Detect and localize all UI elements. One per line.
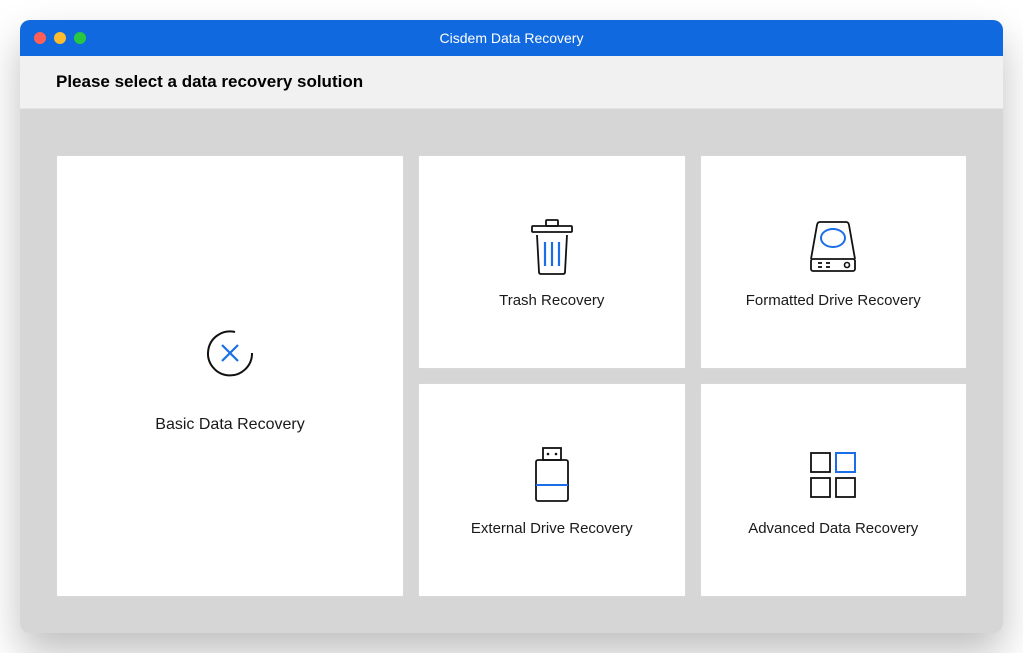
drive-icon bbox=[805, 216, 861, 278]
prompt-bar: Please select a data recovery solution bbox=[20, 56, 1003, 109]
card-label: Formatted Drive Recovery bbox=[746, 292, 921, 309]
close-window-button[interactable] bbox=[34, 32, 46, 44]
maximize-window-button[interactable] bbox=[74, 32, 86, 44]
card-label: Advanced Data Recovery bbox=[748, 520, 918, 537]
titlebar: Cisdem Data Recovery bbox=[20, 20, 1003, 56]
minimize-window-button[interactable] bbox=[54, 32, 66, 44]
external-drive-recovery-card[interactable]: External Drive Recovery bbox=[418, 383, 686, 597]
card-label: Trash Recovery bbox=[499, 292, 604, 309]
x-circle-icon bbox=[201, 318, 259, 388]
right-grid: Trash Recovery Formatted Drive Re bbox=[418, 155, 967, 597]
card-label: External Drive Recovery bbox=[471, 520, 633, 537]
prompt-text: Please select a data recovery solution bbox=[56, 72, 967, 92]
card-label: Basic Data Recovery bbox=[155, 416, 304, 434]
advanced-data-recovery-card[interactable]: Advanced Data Recovery bbox=[700, 383, 968, 597]
app-title: Cisdem Data Recovery bbox=[20, 30, 1003, 46]
formatted-drive-recovery-card[interactable]: Formatted Drive Recovery bbox=[700, 155, 968, 369]
trash-icon bbox=[528, 216, 576, 278]
content-area: Basic Data Recovery Trash Recovery bbox=[20, 109, 1003, 633]
window-controls bbox=[20, 32, 86, 44]
left-column: Basic Data Recovery bbox=[56, 155, 404, 597]
grid-squares-icon bbox=[807, 444, 859, 506]
usb-icon bbox=[530, 444, 574, 506]
trash-recovery-card[interactable]: Trash Recovery bbox=[418, 155, 686, 369]
basic-data-recovery-card[interactable]: Basic Data Recovery bbox=[56, 155, 404, 597]
app-window: Cisdem Data Recovery Please select a dat… bbox=[20, 20, 1003, 633]
